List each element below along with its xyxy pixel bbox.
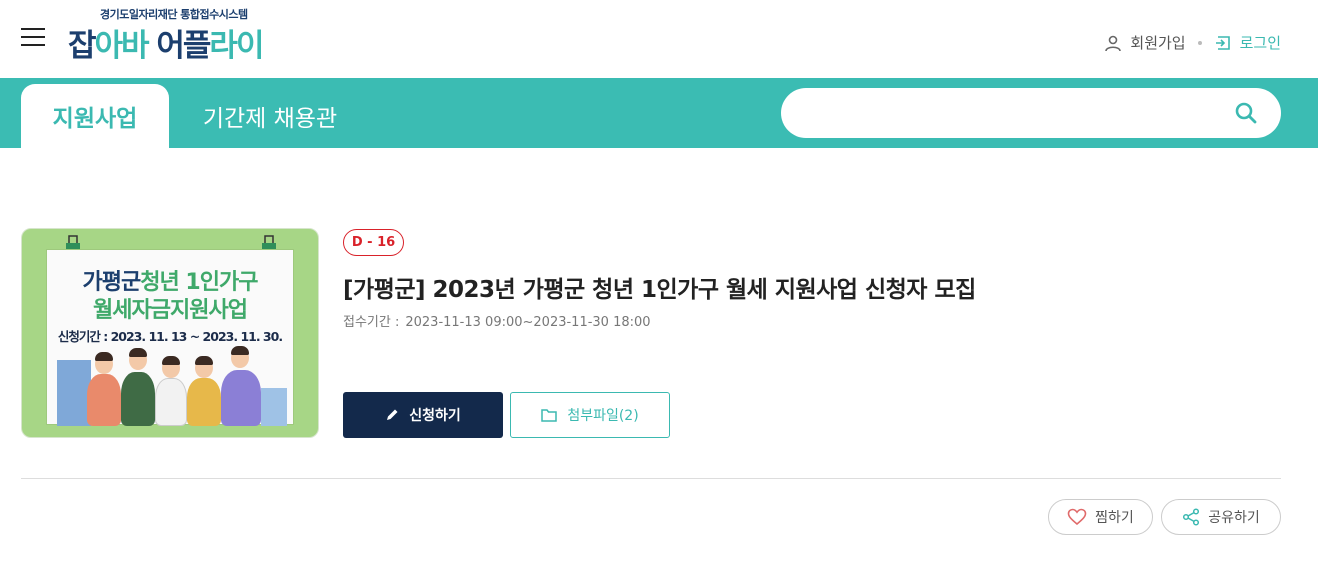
- logo[interactable]: 경기도일자리재단 통합접수시스템 잡아바 어플라이: [68, 4, 288, 64]
- divider: [21, 478, 1281, 479]
- login-link[interactable]: 로그인: [1214, 32, 1281, 53]
- signup-label: 회원가입: [1130, 34, 1186, 52]
- top-links: 회원가입 로그인: [1104, 32, 1281, 53]
- dday-badge: D - 16: [343, 229, 404, 256]
- search-icon[interactable]: [1233, 100, 1259, 126]
- listing-thumbnail[interactable]: 가평군청년 1인가구 월세자금지원사업 신청기간 : 2023. 11. 13 …: [21, 228, 319, 438]
- signup-link[interactable]: 회원가입: [1104, 32, 1186, 53]
- apply-button[interactable]: 신청하기: [343, 392, 503, 438]
- application-period: 접수기간 : 2023-11-13 09:00~2023-11-30 18:00: [343, 311, 657, 330]
- heart-icon: [1067, 508, 1087, 526]
- listing-title[interactable]: [가평군] 2023년 가평군 청년 1인가구 월세 지원사업 신청자 모집: [343, 270, 976, 304]
- user-icon: [1105, 35, 1122, 51]
- main-nav: 지원사업 기간제 채용관: [0, 78, 1318, 148]
- like-button[interactable]: 찜하기: [1048, 499, 1153, 535]
- header: 경기도일자리재단 통합접수시스템 잡아바 어플라이 회원가입 로그인: [0, 0, 1318, 78]
- share-label: 공유하기: [1208, 510, 1260, 526]
- login-icon: [1215, 35, 1230, 50]
- separator-dot: [1197, 40, 1202, 45]
- poster-line-2: 월세자금지원사업: [93, 298, 248, 323]
- apply-label: 신청하기: [409, 408, 461, 424]
- logo-title: 잡아바 어플라이: [68, 20, 264, 65]
- like-label: 찜하기: [1095, 510, 1134, 526]
- tab-support-projects[interactable]: 지원사업: [21, 84, 169, 148]
- logo-part-4: 라이: [209, 28, 264, 64]
- attachment-button[interactable]: 첨부파일(2): [510, 392, 670, 438]
- menu-icon[interactable]: [21, 28, 45, 46]
- attachment-label: 첨부파일(2): [567, 408, 639, 424]
- pencil-icon: [387, 409, 398, 420]
- search-box: [781, 88, 1281, 138]
- tab-temp-jobs[interactable]: 기간제 채용관: [190, 84, 350, 148]
- poster: 가평군청년 1인가구 월세자금지원사업 신청기간 : 2023. 11. 13 …: [46, 249, 294, 426]
- share-icon: [1183, 508, 1200, 526]
- search-input[interactable]: [801, 98, 1221, 128]
- logo-part-3: 어플: [156, 28, 211, 64]
- logo-part-2: 아바: [94, 28, 150, 64]
- period-label: 접수기간 :: [343, 315, 400, 330]
- folder-icon: [541, 409, 558, 422]
- logo-part-1: 잡: [68, 28, 96, 64]
- login-label: 로그인: [1239, 34, 1281, 52]
- poster-line-3: 신청기간 : 2023. 11. 13 ~ 2023. 11. 30.: [57, 329, 283, 344]
- building-illustration: [57, 360, 91, 426]
- share-button[interactable]: 공유하기: [1161, 499, 1281, 535]
- period-value: 2023-11-13 09:00~2023-11-30 18:00: [405, 315, 651, 330]
- people-illustration: [87, 346, 287, 426]
